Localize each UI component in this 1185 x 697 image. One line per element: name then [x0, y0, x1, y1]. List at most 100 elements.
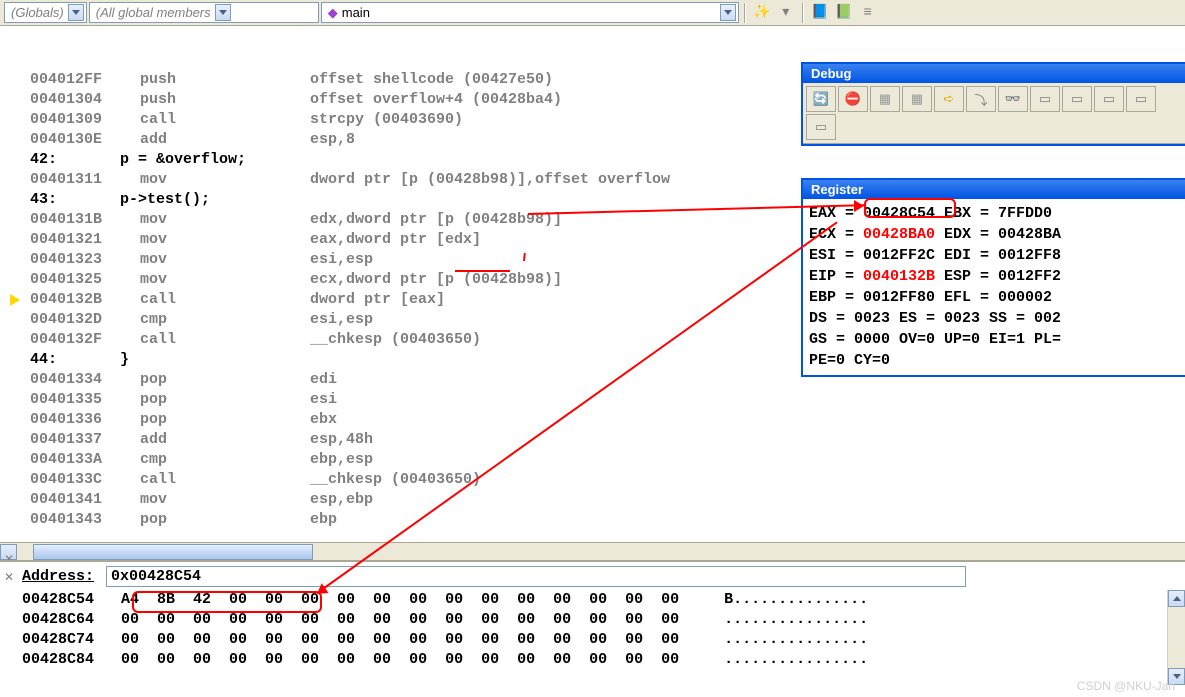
mnemonic: add	[140, 130, 310, 150]
address: 00401343	[30, 510, 140, 530]
register-line: ECX = 00428BA0 EDX = 00428BA	[809, 224, 1179, 245]
memory-rows: 00428C54 A4 8B 42 00 00 00 00 00 00 00 0…	[0, 590, 1185, 670]
mnemonic: cmp	[140, 450, 310, 470]
memory-address-input[interactable]	[106, 566, 966, 587]
address: 00401336	[30, 410, 140, 430]
address: 0040132D	[30, 310, 140, 330]
operand: esp,48h	[310, 430, 373, 450]
address: 0040131B	[30, 210, 140, 230]
source-line: 42: p = &overflow;	[30, 150, 246, 170]
stop-debug-icon[interactable]: ⛔	[838, 86, 868, 112]
mnemonic: mov	[140, 230, 310, 250]
mnemonic: call	[140, 330, 310, 350]
operand: strcpy (00403690)	[310, 110, 463, 130]
mnemonic: cmp	[140, 310, 310, 330]
members-combo[interactable]: (All global members	[89, 2, 319, 23]
memory-vscroll[interactable]	[1167, 590, 1185, 685]
disasm-line[interactable]: 0040133Acmpebp,esp	[0, 450, 1185, 470]
disasm-line[interactable]: 00401335popesi	[0, 390, 1185, 410]
debug-panel[interactable]: Debug 🔄 ⛔ ▦ ▦ ➪ ⤵ 👓 ▭ ▭ ▭ ▭ ▭	[801, 62, 1185, 146]
mnemonic: mov	[140, 250, 310, 270]
list-icon[interactable]: ≡	[857, 2, 879, 24]
apply-icon[interactable]: ▦	[902, 86, 932, 112]
restart-icon[interactable]: 🔄	[806, 86, 836, 112]
separator	[744, 3, 746, 23]
callstack-icon[interactable]: ▭	[806, 114, 836, 140]
main-toolbar: (Globals) (All global members ◆ main ✨ ▾…	[0, 0, 1185, 26]
function-combo-text: main	[342, 5, 370, 20]
address: 00401304	[30, 90, 140, 110]
address: 00401341	[30, 490, 140, 510]
separator	[802, 3, 804, 23]
register-line: EAX = 00428C54 EBX = 7FFDD0	[809, 203, 1179, 224]
operand: esi,esp	[310, 250, 373, 270]
glasses-icon[interactable]: 👓	[998, 86, 1028, 112]
memory-row[interactable]: 00428C74 00 00 00 00 00 00 00 00 00 00 0…	[22, 630, 1185, 650]
disasm-line[interactable]: 0040133Ccall__chkesp (00403650)	[0, 470, 1185, 490]
operand: ecx,dword ptr [p (00428b98)]	[310, 270, 562, 290]
memory-pane: Address: 00428C54 A4 8B 42 00 00 00 00 0…	[0, 560, 1185, 685]
register-line: GS = 0000 OV=0 UP=0 EI=1 PL=	[809, 329, 1179, 350]
memory-row[interactable]: 00428C54 A4 8B 42 00 00 00 00 00 00 00 0…	[22, 590, 1185, 610]
address: 0040133C	[30, 470, 140, 490]
scroll-up-icon[interactable]	[1168, 590, 1185, 607]
registers-panel-title: Register	[803, 180, 1185, 199]
operand: edi	[310, 370, 337, 390]
watch-icon[interactable]: ▭	[1030, 86, 1060, 112]
chevron-down-icon[interactable]	[68, 4, 84, 21]
wand-icon[interactable]: ✨	[751, 2, 773, 24]
address: 0040130E	[30, 130, 140, 150]
address: 00401334	[30, 370, 140, 390]
scope-combo-text: (Globals)	[11, 5, 64, 20]
watch2-icon[interactable]: ▭	[1062, 86, 1092, 112]
debug-panel-title: Debug	[803, 64, 1185, 83]
function-combo[interactable]: ◆ main	[321, 2, 739, 23]
address: 00401309	[30, 110, 140, 130]
mnemonic: mov	[140, 490, 310, 510]
chevron-down-icon[interactable]	[720, 4, 736, 21]
disasm-line[interactable]: 00401337addesp,48h	[0, 430, 1185, 450]
scope-combo[interactable]: (Globals)	[4, 2, 87, 23]
memory-row[interactable]: 00428C84 00 00 00 00 00 00 00 00 00 00 0…	[22, 650, 1185, 670]
registers-icon[interactable]: ▭	[1126, 86, 1156, 112]
scroll-thumb[interactable]	[33, 544, 313, 560]
source-line: 44: }	[30, 350, 129, 370]
mnemonic: pop	[140, 370, 310, 390]
mnemonic: mov	[140, 210, 310, 230]
disasm-line[interactable]: 42: p = &overflow;	[0, 150, 1185, 170]
dropdown-icon[interactable]: ▾	[775, 2, 797, 24]
debug-toolbar: 🔄 ⛔ ▦ ▦ ➪ ⤵ 👓 ▭ ▭ ▭ ▭ ▭	[803, 83, 1185, 144]
register-line: DS = 0023 ES = 0023 SS = 002	[809, 308, 1179, 329]
operand: edx,dword ptr [p (00428b98)]	[310, 210, 562, 230]
memory-icon[interactable]: ▭	[1094, 86, 1124, 112]
chevron-down-icon[interactable]	[215, 4, 231, 21]
disasm-line[interactable]: 00401336popebx	[0, 410, 1185, 430]
mnemonic: add	[140, 430, 310, 450]
book1-icon[interactable]: 📘	[809, 2, 831, 24]
memory-row[interactable]: 00428C64 00 00 00 00 00 00 00 00 00 00 0…	[22, 610, 1185, 630]
mnemonic: pop	[140, 510, 310, 530]
watermark: CSDN @NKU-Jan	[1077, 679, 1175, 693]
horizontal-scrollbar[interactable]	[0, 542, 1185, 560]
address: 00401325	[30, 270, 140, 290]
register-line: ESI = 0012FF2C EDI = 0012FF8	[809, 245, 1179, 266]
current-line-icon	[10, 294, 20, 306]
operand: ebp,esp	[310, 450, 373, 470]
operand: __chkesp (00403650)	[310, 470, 481, 490]
operand: dword ptr [eax]	[310, 290, 445, 310]
mnemonic: push	[140, 90, 310, 110]
operand: esi,esp	[310, 310, 373, 330]
step-next-icon[interactable]: ➪	[934, 86, 964, 112]
break-icon[interactable]: ▦	[870, 86, 900, 112]
arrowhead-icon	[854, 200, 864, 212]
mnemonic: pop	[140, 410, 310, 430]
mnemonic: push	[140, 70, 310, 90]
disasm-line[interactable]: 00401343popebp	[0, 510, 1185, 530]
step-into-icon[interactable]: ⤵	[966, 86, 996, 112]
members-combo-text: (All global members	[96, 5, 211, 20]
diamond-icon: ◆	[328, 5, 338, 21]
book2-icon[interactable]: 📗	[833, 2, 855, 24]
address: 00401323	[30, 250, 140, 270]
address: 0040132B	[30, 290, 140, 310]
disasm-line[interactable]: 00401341movesp,ebp	[0, 490, 1185, 510]
